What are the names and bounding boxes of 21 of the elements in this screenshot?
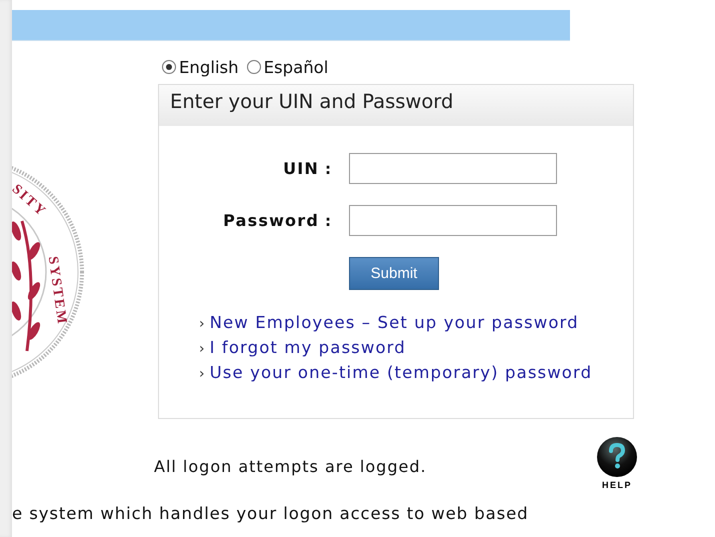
help-icon [596, 436, 638, 478]
description-text: e system which handles your logon access to web based [12, 504, 530, 523]
field-label: UIN [283, 159, 320, 178]
seal-text: SYSTEM [44, 256, 70, 326]
notice-text: All logon attempts are logged. [154, 457, 428, 476]
input-field[interactable] [349, 153, 557, 184]
link[interactable]: Use your one-time (temporary) password [210, 363, 592, 382]
field-separator: : [325, 212, 332, 230]
link-marker: › [199, 366, 205, 382]
input-field[interactable] [349, 205, 557, 236]
link[interactable]: New Employees – Set up your password [210, 313, 579, 332]
field-label: Password [223, 211, 320, 230]
link-marker: › [199, 316, 205, 332]
language-radio[interactable]: Español [246, 58, 328, 76]
link[interactable]: I forgot my password [210, 338, 406, 357]
panel-title: Enter your UIN and Password [159, 85, 633, 126]
field-separator: : [325, 160, 332, 178]
help-button[interactable]: HELP [596, 436, 638, 490]
submit-button[interactable]: Submit [349, 257, 439, 290]
link-marker: › [199, 341, 205, 357]
language-radio[interactable]: English [162, 58, 239, 76]
